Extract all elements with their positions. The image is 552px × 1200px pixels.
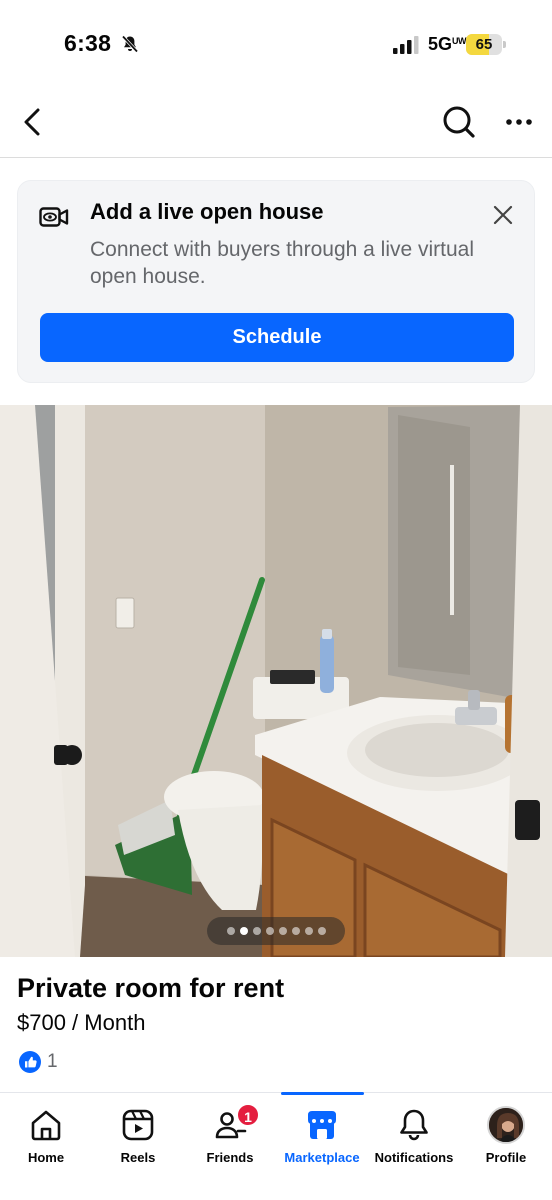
reels-icon	[122, 1109, 154, 1141]
close-icon	[493, 205, 513, 225]
nav-label-notifications: Notifications	[374, 1150, 454, 1165]
video-camera-icon	[39, 207, 69, 227]
bottom-navigation: Home Reels 1 Friends Marketplace Notific…	[0, 1092, 552, 1200]
back-button[interactable]	[18, 102, 48, 142]
avatar	[487, 1106, 525, 1144]
battery-level: 65	[475, 36, 493, 53]
carousel-dot	[226, 927, 235, 935]
like-count: 1	[47, 1051, 58, 1072]
bell-off-icon	[121, 35, 139, 53]
nav-label-reels: Reels	[120, 1150, 156, 1165]
status-time: 6:38	[64, 30, 112, 56]
battery-indicator: 65	[466, 34, 506, 55]
listing-price: $700 / Month	[17, 1010, 146, 1035]
nav-label-profile: Profile	[485, 1150, 527, 1165]
live-open-house-card: Add a live open house Connect with buyer…	[17, 180, 535, 383]
card-title: Add a live open house	[90, 199, 324, 224]
carousel-dot	[239, 927, 248, 935]
carousel-dot	[278, 927, 287, 935]
schedule-button[interactable]: Schedule	[40, 313, 514, 362]
marketplace-icon	[308, 1111, 336, 1139]
carousel-dot	[265, 927, 274, 935]
nav-label-home: Home	[27, 1150, 65, 1165]
status-bar: 6:38 5GUW 65	[0, 0, 552, 90]
chevron-left-icon	[24, 108, 40, 136]
nav-marketplace[interactable]: Marketplace	[276, 1093, 368, 1200]
bell-icon	[400, 1109, 428, 1141]
carousel-dot	[291, 927, 300, 935]
nav-reels[interactable]: Reels	[92, 1093, 184, 1200]
cellular-signal-icon	[393, 36, 419, 54]
carousel-dot	[317, 927, 326, 935]
photo-carousel-indicator	[207, 917, 345, 945]
nav-friends[interactable]: 1 Friends	[184, 1093, 276, 1200]
listing-photo[interactable]	[0, 405, 552, 957]
active-tab-indicator	[281, 1092, 364, 1095]
search-icon	[443, 106, 475, 138]
carousel-dot	[304, 927, 313, 935]
notification-badge: 1	[236, 1103, 260, 1127]
top-navigation-bar	[0, 90, 552, 158]
like-icon	[19, 1051, 41, 1073]
search-button[interactable]	[440, 102, 478, 142]
listing-title: Private room for rent	[17, 973, 285, 1003]
card-description: Connect with buyers through a live virtu…	[90, 238, 475, 288]
nav-label-friends: Friends	[206, 1150, 254, 1165]
home-icon	[31, 1110, 61, 1141]
nav-home[interactable]: Home	[0, 1093, 92, 1200]
more-horizontal-icon	[506, 119, 532, 125]
more-options-button[interactable]	[502, 102, 536, 142]
nav-label-marketplace: Marketplace	[284, 1150, 360, 1165]
network-label: 5GUW	[428, 34, 467, 54]
nav-notifications[interactable]: Notifications	[368, 1093, 460, 1200]
close-card-button[interactable]	[490, 202, 516, 228]
carousel-dot	[252, 927, 261, 935]
nav-profile[interactable]: Profile	[460, 1093, 552, 1200]
